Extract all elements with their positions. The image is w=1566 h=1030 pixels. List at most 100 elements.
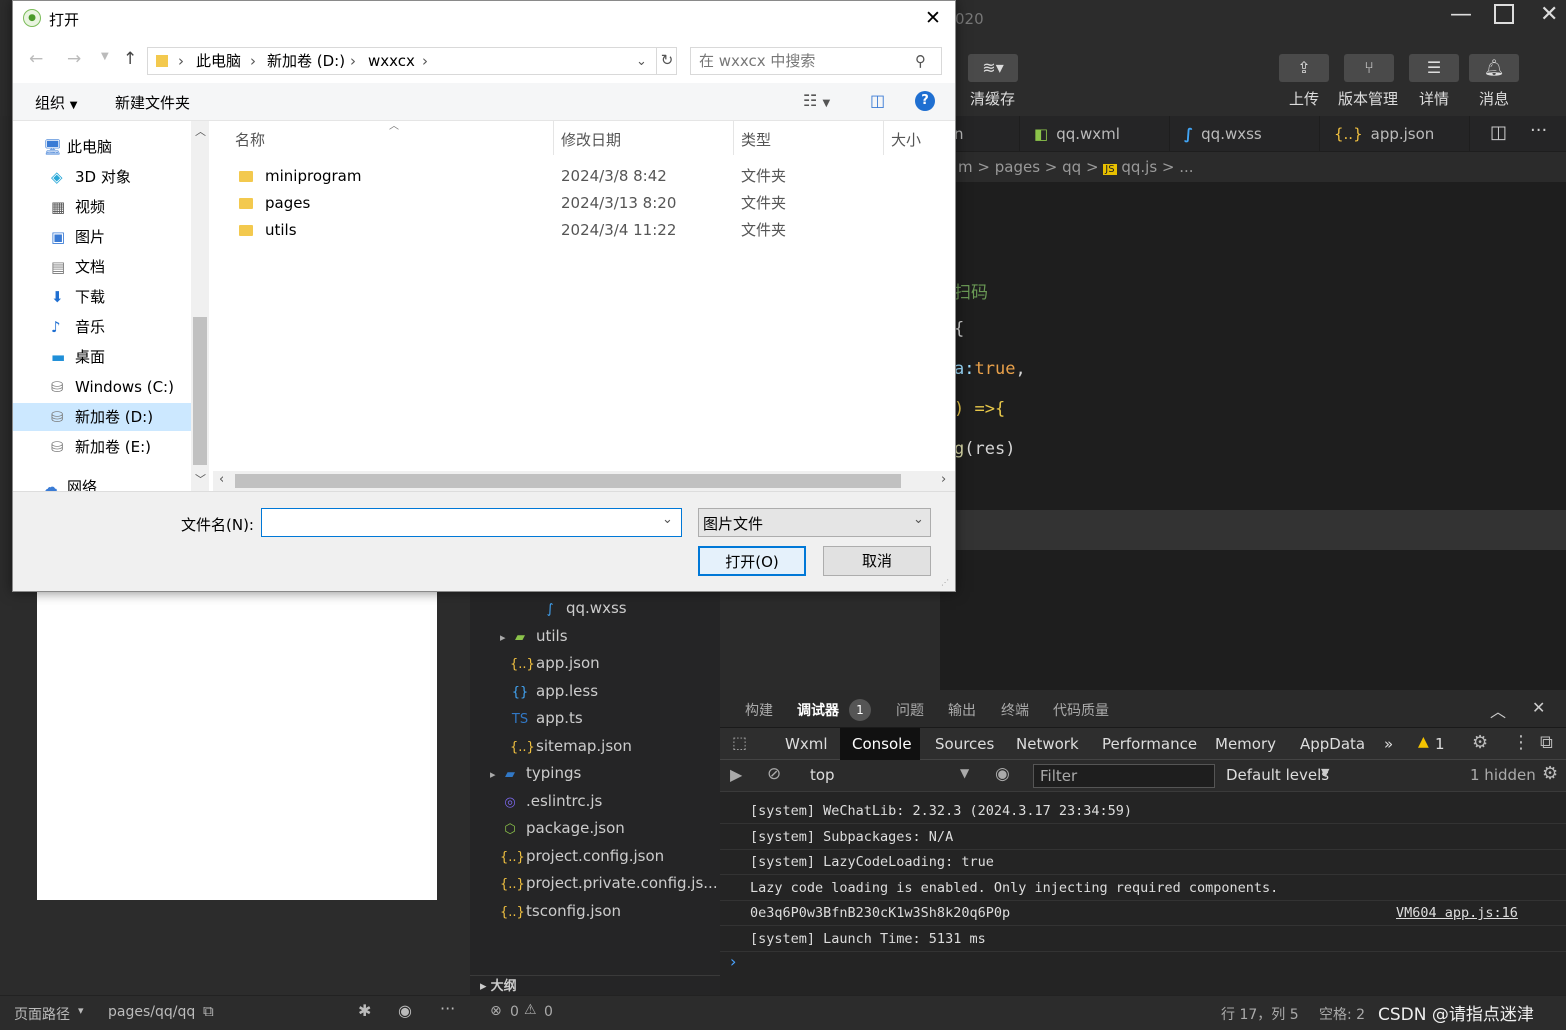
up-icon[interactable]: ↑ <box>123 49 137 69</box>
warning-outline-icon[interactable]: ⚠ <box>524 1002 537 1018</box>
resize-grip-icon[interactable]: ⋰ <box>941 578 949 587</box>
hidden-count[interactable]: 1 hidden <box>1470 766 1536 784</box>
address-bar[interactable]: › 此电脑 › 新加卷 (D:) › wxxcx › ⌄ ↻ <box>147 47 677 75</box>
nav-item[interactable]: 🖥︎ 此电脑 <box>13 133 191 161</box>
error-icon[interactable]: ⊗ <box>490 1003 502 1019</box>
tab-app-json[interactable]: {..} app.json <box>1320 116 1470 152</box>
address-segment[interactable]: wxxcx <box>368 48 415 74</box>
eye-icon[interactable]: ◉ <box>995 764 1010 784</box>
log-levels-select[interactable]: Default levels <box>1226 766 1329 784</box>
tab-problems[interactable]: 问题 <box>896 700 924 720</box>
kebab-menu-icon[interactable]: ⋮ <box>1512 732 1530 753</box>
file-tree-item[interactable]: ▸ ▰ typings <box>490 760 581 786</box>
nav-item[interactable]: ▣ 图片 <box>13 223 191 251</box>
tab-debugger[interactable]: 调试器 <box>797 700 839 720</box>
horizontal-scrollbar[interactable]: ‹ › <box>213 471 955 491</box>
file-tree-item[interactable]: ∫ qq.wxss <box>530 595 627 621</box>
tab-code-quality[interactable]: 代码质量 <box>1053 700 1109 720</box>
close-icon[interactable]: ✕ <box>1540 2 1558 27</box>
inspect-icon[interactable]: ⬚ <box>732 733 747 752</box>
nav-item[interactable]: ▦ 视频 <box>13 193 191 221</box>
messages-button[interactable]: 🔔︎ <box>1469 54 1519 82</box>
eye-icon[interactable]: ◉ <box>398 1001 412 1020</box>
crumb-item[interactable]: ... <box>1179 158 1193 176</box>
filetype-select[interactable]: 图片文件 ⌄ <box>698 508 931 537</box>
details-button[interactable]: ☰ <box>1409 54 1459 82</box>
console-log-line[interactable]: Lazy code loading is enabled. Only injec… <box>720 875 1566 901</box>
console-log-line[interactable]: [system] WeChatLib: 2.32.3 (2024.3.17 23… <box>720 798 1566 824</box>
crumb-item[interactable]: pages <box>995 158 1040 176</box>
scroll-right-icon[interactable]: › <box>941 472 946 487</box>
search-input[interactable]: 在 wxxcx 中搜索 ⚲ <box>690 47 942 75</box>
more-icon[interactable]: ··· <box>1530 120 1547 141</box>
cursor-position[interactable]: 行 17，列 5 <box>1221 1004 1299 1024</box>
split-editor-icon[interactable]: ◫ <box>1490 122 1507 143</box>
column-header-modified[interactable]: 修改日期 <box>561 129 621 150</box>
indent-spaces[interactable]: 空格: 2 <box>1319 1004 1365 1024</box>
crumb-item[interactable]: qq <box>1062 158 1081 176</box>
nav-item[interactable]: ⬇ 下载 <box>13 283 191 311</box>
caret-right-icon[interactable]: ▸ <box>500 625 510 651</box>
new-folder-button[interactable]: 新建文件夹 <box>115 92 190 113</box>
file-tree-item[interactable]: {..}project.private.config.js... <box>490 870 718 896</box>
file-row[interactable]: pages 2024/3/13 8:20 文件夹 <box>209 190 929 217</box>
scrollbar-thumb[interactable] <box>193 317 207 465</box>
file-tree-item[interactable]: {} app.less <box>500 678 598 704</box>
simulator-screen[interactable] <box>37 592 437 900</box>
tab-wxml[interactable]: Wxml <box>785 735 828 753</box>
nav-item[interactable]: ▤ 文档 <box>13 253 191 281</box>
collapse-icon[interactable]: ︿ <box>1490 698 1506 722</box>
nav-item[interactable]: ⛁ 新加卷 (D:) <box>13 403 191 431</box>
console-log-line[interactable]: 0e3q6P0w3BfnB230cK1w3Sh8k20q6P0p VM604 ap… <box>720 900 1566 927</box>
file-tree-item[interactable]: {..}app.json <box>500 650 600 676</box>
search-icon[interactable]: ⚲ <box>915 48 926 74</box>
warning-count[interactable]: 0 <box>544 1004 553 1020</box>
file-row[interactable]: miniprogram 2024/3/8 8:42 文件夹 <box>209 163 929 190</box>
version-button[interactable]: ⑂ <box>1344 54 1394 82</box>
preview-pane-icon[interactable]: ◫ <box>870 91 885 110</box>
error-count[interactable]: 0 <box>510 1004 519 1020</box>
nav-item[interactable]: ▬ 桌面 <box>13 343 191 371</box>
tab-output[interactable]: 输出 <box>948 700 976 720</box>
tab-memory[interactable]: Memory <box>1215 735 1276 753</box>
copy-icon[interactable]: ⧉ <box>203 1002 214 1020</box>
settings-gear-icon[interactable]: ⚙ <box>1472 732 1488 753</box>
scrollbar-thumb[interactable] <box>235 474 901 488</box>
open-button[interactable]: 打开(O) <box>698 546 806 576</box>
console-log-line[interactable]: [system] LazyCodeLoading: true <box>720 849 1566 876</box>
page-path-label[interactable]: 页面路径 <box>14 1004 70 1024</box>
code-editor[interactable]: 扫码 { a:true, ) =>{ g(res) <box>940 182 1566 690</box>
console-log-line[interactable]: [system] Launch Time: 5131 ms <box>720 926 1566 952</box>
nav-item[interactable]: ♪ 音乐 <box>13 313 191 341</box>
nav-item[interactable]: ◈ 3D 对象 <box>13 163 191 191</box>
log-source-link[interactable]: VM604 app.js:16 <box>1396 900 1518 926</box>
scroll-up-icon[interactable]: ︿ <box>195 123 206 139</box>
tab-terminal[interactable]: 终端 <box>1001 700 1029 720</box>
more-icon[interactable]: ··· <box>440 999 455 1018</box>
cancel-button[interactable]: 取消 <box>823 546 931 576</box>
nav-item[interactable]: ⛁ Windows (C:) <box>13 373 191 401</box>
nav-scrollbar[interactable]: ︿ ﹀ <box>191 121 209 491</box>
tab-appdata[interactable]: AppData <box>1300 735 1365 753</box>
tab-network[interactable]: Network <box>1016 735 1079 753</box>
tab-qq-wxml[interactable]: ◧ qq.wxml <box>1020 116 1170 152</box>
organize-button[interactable]: 组织 ▼ <box>35 92 78 113</box>
file-tree-item[interactable]: {..}project.config.json <box>490 843 664 869</box>
crumb-item[interactable]: qq.js <box>1121 158 1157 176</box>
caret-right-icon[interactable]: ▸ <box>490 762 500 788</box>
tab-qq-wxss[interactable]: ∫ qq.wxss <box>1170 116 1320 152</box>
dialog-close-icon[interactable]: ✕ <box>925 7 941 29</box>
close-panel-icon[interactable]: ✕ <box>1532 698 1545 717</box>
file-tree-item[interactable]: {..}sitemap.json <box>500 733 632 759</box>
clear-console-icon[interactable]: ⊘ <box>767 764 781 784</box>
column-divider[interactable] <box>883 121 884 155</box>
sidebar-toggle-icon[interactable]: ▶ <box>730 765 742 784</box>
address-dropdown-icon[interactable]: ⌄ <box>636 49 647 75</box>
outline-section[interactable]: ▸ 大纲 <box>470 975 720 997</box>
chevron-down-icon[interactable]: ▼ <box>960 766 969 780</box>
file-tree-item[interactable]: {..}tsconfig.json <box>490 898 621 924</box>
file-row[interactable]: utils 2024/3/4 11:22 文件夹 <box>209 217 929 244</box>
file-tree-item[interactable]: ⬡ package.json <box>490 815 624 841</box>
refresh-icon[interactable]: ↻ <box>656 47 677 75</box>
address-segment[interactable]: 新加卷 (D:) <box>267 48 345 74</box>
